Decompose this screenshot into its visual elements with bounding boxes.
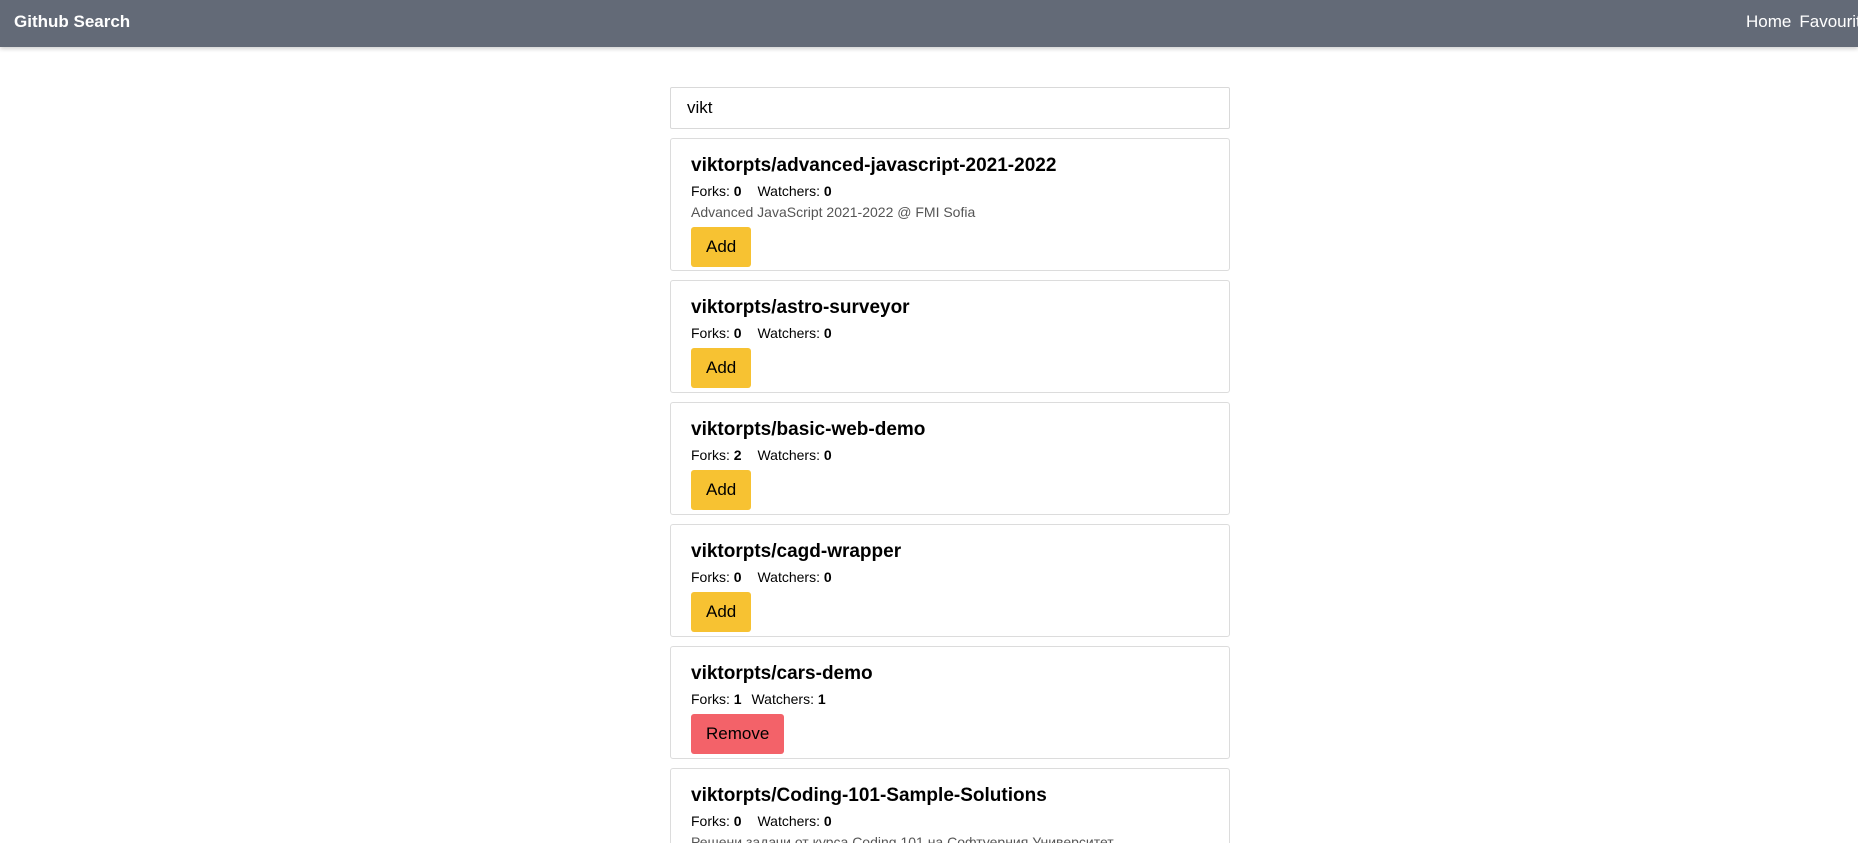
repo-description: Advanced JavaScript 2021-2022 @ FMI Sofi…	[691, 204, 976, 220]
app-brand[interactable]: Github Search	[14, 12, 130, 32]
forks-count: 0	[733, 813, 742, 829]
watchers-count: 0	[823, 325, 832, 341]
repo-stats: Forks: 0 Watchers: 0	[691, 325, 1209, 341]
forks-label: Forks:	[691, 447, 730, 463]
watchers-count: 0	[823, 447, 832, 463]
forks-count: 1	[733, 691, 742, 707]
result-card: viktorpts/cars-demo Forks: 1 Watchers: 1…	[670, 646, 1230, 759]
watchers-label: Watchers:	[757, 569, 820, 585]
add-button[interactable]: Add	[691, 348, 752, 388]
top-navbar: Github Search Home Favourites	[0, 0, 1858, 47]
result-card: viktorpts/astro-surveyor Forks: 0 Watche…	[670, 280, 1230, 393]
watchers-count: 1	[817, 691, 826, 707]
forks-label: Forks:	[691, 569, 730, 585]
result-card: viktorpts/advanced-javascript-2021-2022 …	[670, 138, 1230, 271]
watchers-count: 0	[823, 813, 832, 829]
result-card: viktorpts/Coding-101-Sample-Solutions Fo…	[670, 768, 1230, 843]
repo-stats: Forks: 0 Watchers: 0	[691, 813, 1209, 829]
nav-link-home[interactable]: Home	[1746, 12, 1791, 31]
nav-links: Home Favourites	[1746, 12, 1858, 32]
forks-count: 0	[733, 325, 742, 341]
repo-stats: Forks: 2 Watchers: 0	[691, 447, 1209, 463]
forks-label: Forks:	[691, 325, 730, 341]
forks-count: 0	[733, 183, 742, 199]
watchers-label: Watchers:	[757, 183, 820, 199]
repo-stats: Forks: 0 Watchers: 0	[691, 183, 1209, 199]
add-button[interactable]: Add	[691, 592, 752, 632]
watchers-label: Watchers:	[757, 813, 820, 829]
nav-link-favourites[interactable]: Favourites	[1799, 12, 1858, 31]
repo-name: viktorpts/cagd-wrapper	[691, 541, 902, 562]
watchers-count: 0	[823, 183, 832, 199]
remove-button[interactable]: Remove	[691, 714, 785, 754]
forks-count: 2	[733, 447, 742, 463]
forks-label: Forks:	[691, 813, 730, 829]
watchers-label: Watchers:	[757, 325, 820, 341]
repo-name: viktorpts/astro-surveyor	[691, 297, 910, 318]
result-card: viktorpts/basic-web-demo Forks: 2 Watche…	[670, 402, 1230, 515]
add-button[interactable]: Add	[691, 470, 752, 510]
search-input[interactable]	[670, 87, 1230, 129]
repo-description: Решени задачи от курса Coding 101 на Соф…	[691, 834, 1114, 843]
forks-count: 0	[733, 569, 742, 585]
repo-stats: Forks: 1 Watchers: 1	[691, 691, 1209, 707]
repo-name: viktorpts/cars-demo	[691, 663, 873, 684]
forks-label: Forks:	[691, 691, 730, 707]
add-button[interactable]: Add	[691, 227, 752, 267]
repo-name: viktorpts/basic-web-demo	[691, 419, 926, 440]
repo-name: viktorpts/advanced-javascript-2021-2022	[691, 155, 1057, 176]
result-card: viktorpts/cagd-wrapper Forks: 0 Watchers…	[670, 524, 1230, 637]
watchers-label: Watchers:	[751, 691, 814, 707]
repo-stats: Forks: 0 Watchers: 0	[691, 569, 1209, 585]
forks-label: Forks:	[691, 183, 730, 199]
watchers-count: 0	[823, 569, 832, 585]
watchers-label: Watchers:	[757, 447, 820, 463]
repo-name: viktorpts/Coding-101-Sample-Solutions	[691, 785, 1047, 806]
